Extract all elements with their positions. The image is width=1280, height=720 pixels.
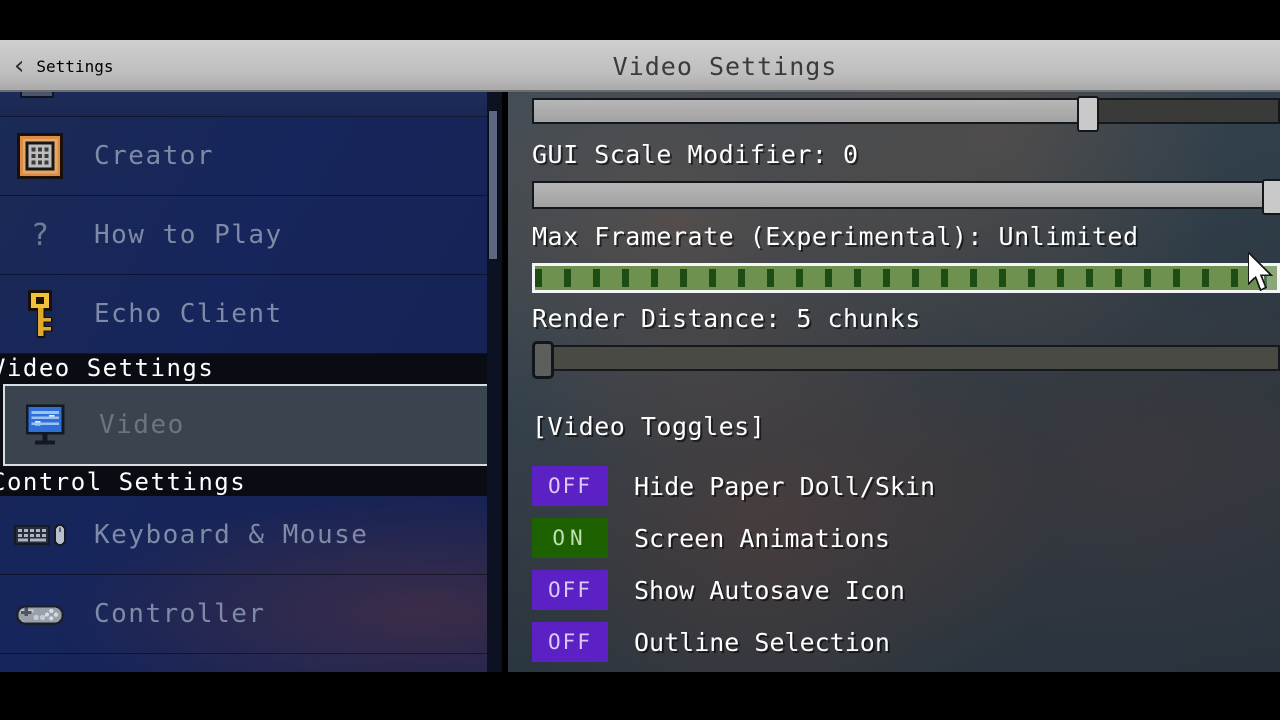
- content-area: Creator ? How to Play Echo Client Video …: [0, 92, 1280, 672]
- sidebar-header-label: Control Settings: [0, 468, 247, 496]
- slider-tick: [1173, 269, 1180, 287]
- keyboard-mouse-icon: [14, 517, 66, 553]
- option-max-framerate: Max Framerate (Experimental): Unlimited: [532, 222, 1280, 293]
- sidebar-item-label: Controller: [94, 599, 266, 629]
- slider-tick: [1144, 269, 1151, 287]
- slider-partial-top[interactable]: [532, 96, 1280, 132]
- sidebar-item-label: How to Play: [94, 220, 283, 250]
- sidebar-scroll-thumb[interactable]: [488, 110, 498, 260]
- toggle-label: Hide Paper Doll/Skin: [634, 471, 936, 501]
- slider-handle[interactable]: [532, 341, 554, 379]
- slider-tick: [970, 269, 977, 287]
- slider-handle[interactable]: [1261, 266, 1277, 290]
- slider-tick: [1086, 269, 1093, 287]
- slider-handle[interactable]: [1262, 179, 1280, 215]
- slider-tick: [738, 269, 745, 287]
- crafting-table-icon: [14, 133, 66, 179]
- option-label: Max Framerate (Experimental): Unlimited: [532, 222, 1139, 251]
- slider-tick: [796, 269, 803, 287]
- slider-tick: [564, 269, 571, 287]
- toggle-state-badge[interactable]: OFF: [532, 570, 608, 610]
- letterbox-bottom: [0, 672, 1280, 720]
- sidebar-partial-icon: [20, 92, 54, 98]
- sidebar-item-controller[interactable]: Controller: [0, 575, 499, 654]
- slider-tick: [912, 269, 919, 287]
- slider-tick: [1057, 269, 1064, 287]
- slider-tick: [767, 269, 774, 287]
- sidebar-item-label: Creator: [94, 141, 215, 171]
- sidebar-item-label: Video: [99, 410, 185, 440]
- sidebar-item-label: Echo Client: [94, 299, 283, 329]
- sidebar-item-echo-client[interactable]: Echo Client: [0, 275, 499, 354]
- option-label: GUI Scale Modifier: 0: [532, 140, 859, 169]
- toggle-state-badge[interactable]: OFF: [532, 466, 608, 506]
- slider-tick: [1231, 269, 1238, 287]
- slider-tick: [1028, 269, 1035, 287]
- monitor-icon: [19, 404, 71, 446]
- toggle-label: Outline Selection: [634, 627, 890, 657]
- slider-tick: [709, 269, 716, 287]
- slider-tick: [1115, 269, 1122, 287]
- slider-max-framerate[interactable]: [532, 263, 1280, 293]
- game-screen: ‹ Settings Video Settings Creator ? How …: [0, 0, 1280, 720]
- sidebar-header-video-settings: Video Settings: [0, 354, 499, 382]
- slider-tick: [883, 269, 890, 287]
- toggle-row-outline-selection[interactable]: OFF Outline Selection: [532, 616, 1272, 668]
- slider-tick: [535, 269, 542, 287]
- toggle-state-badge[interactable]: ON: [532, 518, 608, 558]
- toggle-row-screen-animations[interactable]: ON Screen Animations: [532, 512, 1272, 564]
- sidebar-item-creator[interactable]: Creator: [0, 117, 499, 196]
- gamepad-icon: [14, 595, 66, 633]
- sidebar-header-label: Video Settings: [0, 354, 215, 382]
- video-toggles-list: OFF Hide Paper Doll/Skin ON Screen Anima…: [532, 460, 1272, 668]
- sidebar-item-partial-top[interactable]: [0, 92, 499, 117]
- slider-gui-scale-modifier[interactable]: [532, 179, 1280, 215]
- toggle-row-show-autosave-icon[interactable]: OFF Show Autosave Icon: [532, 564, 1272, 616]
- sidebar-item-how-to-play[interactable]: ? How to Play: [0, 196, 499, 275]
- slider-ticks: [535, 266, 1277, 290]
- letterbox-top: [0, 0, 1280, 40]
- slider-tick: [680, 269, 687, 287]
- option-gui-scale-modifier: GUI Scale Modifier: 0: [532, 140, 1280, 215]
- toggle-label: Screen Animations: [634, 523, 890, 553]
- slider-tick: [1202, 269, 1209, 287]
- question-mark-icon: ?: [30, 217, 50, 253]
- toggle-row-hide-paper-doll[interactable]: OFF Hide Paper Doll/Skin: [532, 460, 1272, 512]
- sidebar-item-label: Keyboard & Mouse: [94, 520, 369, 550]
- option-label: Render Distance: 5 chunks: [532, 304, 921, 333]
- page-title: Video Settings: [612, 51, 838, 81]
- sidebar-header-control-settings: Control Settings: [0, 468, 499, 496]
- titlebar: ‹ Settings Video Settings: [0, 40, 1280, 92]
- video-settings-panel: GUI Scale Modifier: 0 Max Framerate (Exp…: [508, 92, 1280, 672]
- slider-handle[interactable]: [1076, 96, 1099, 132]
- settings-sidebar[interactable]: Creator ? How to Play Echo Client Video …: [0, 92, 502, 672]
- toggle-state-badge[interactable]: OFF: [532, 622, 608, 662]
- slider-tick: [854, 269, 861, 287]
- slider-tick: [651, 269, 658, 287]
- sidebar-item-keyboard-mouse[interactable]: Keyboard & Mouse: [0, 496, 499, 575]
- slider-render-distance[interactable]: [532, 341, 1280, 379]
- slider-tick: [999, 269, 1006, 287]
- slider-tick: [593, 269, 600, 287]
- section-header-video-toggles: [Video Toggles]: [532, 412, 766, 441]
- gold-key-icon: [14, 290, 66, 338]
- slider-tick: [622, 269, 629, 287]
- sidebar-item-video[interactable]: Video: [0, 381, 499, 469]
- slider-tick: [825, 269, 832, 287]
- sidebar-scrollbar[interactable]: [487, 92, 499, 672]
- slider-tick: [941, 269, 948, 287]
- option-render-distance: Render Distance: 5 chunks: [532, 304, 1280, 379]
- toggle-label: Show Autosave Icon: [634, 575, 905, 605]
